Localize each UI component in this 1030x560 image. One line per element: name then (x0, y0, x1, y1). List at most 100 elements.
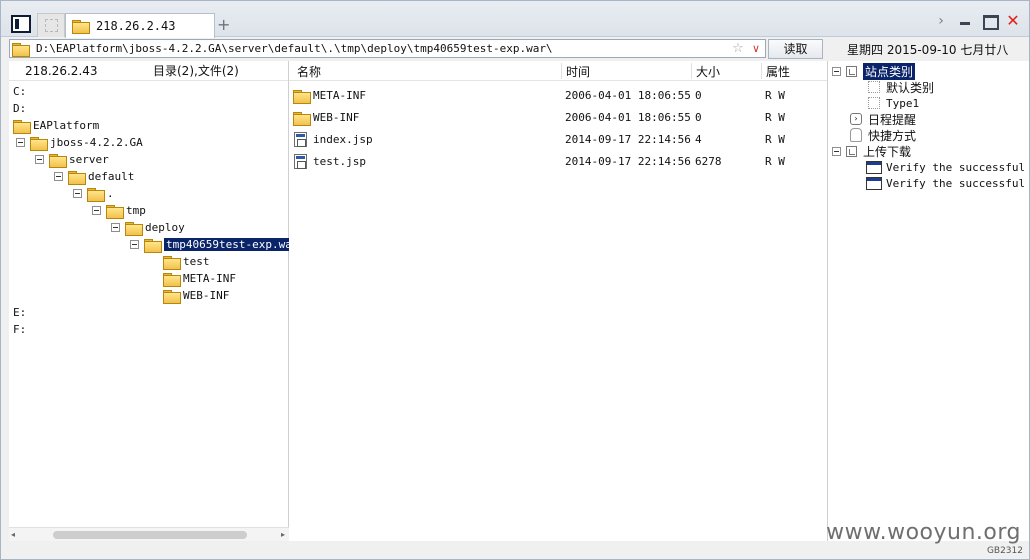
file-row[interactable]: WEB-INF 2006-04-01 18:06:55 0 R W (289, 107, 827, 129)
file-name: WEB-INF (313, 111, 360, 124)
site-category-node[interactable]: 站点类别 (832, 62, 916, 80)
category-item-icon (868, 81, 880, 93)
file-attr: R W (765, 89, 785, 102)
file-time: 2006-04-01 18:06:55 (565, 89, 691, 102)
close-icon[interactable]: ✕ (1005, 13, 1021, 29)
date-display: 星期四 2015-09-10 七月廿八 (847, 43, 1009, 57)
type1-node[interactable]: Type1 (868, 95, 919, 111)
sidebar-toggle-icon[interactable] (11, 15, 31, 33)
file-attr: R W (765, 111, 785, 124)
encoding-label: GB2312 (986, 546, 1023, 556)
folder-icon (72, 20, 90, 34)
folder-icon (87, 187, 105, 202)
scroll-right-icon[interactable]: ▸ (281, 530, 285, 539)
column-size[interactable]: 大小 (691, 63, 720, 79)
tree-node-test[interactable]: test (163, 253, 210, 270)
folder-open-icon (144, 238, 162, 253)
drive-e[interactable]: E: (13, 304, 26, 321)
file-name: META-INF (313, 89, 366, 102)
category-item-icon (868, 97, 880, 109)
folder-icon (12, 42, 30, 57)
scroll-thumb[interactable] (53, 531, 247, 539)
file-attr: R W (765, 133, 785, 146)
transfer-item[interactable]: Verify the successful u (866, 175, 1030, 191)
tree-node-dot[interactable]: . (73, 185, 114, 202)
collapse-icon[interactable] (73, 189, 82, 198)
folder-icon (13, 119, 31, 134)
collapse-icon[interactable] (832, 66, 841, 76)
file-time: 2014-09-17 22:14:56 (565, 133, 691, 146)
file-name: index.jsp (313, 133, 373, 146)
directory-tree-pane: 218.26.2.43 目录(2),文件(2) C: D: EAPlatform… (9, 61, 301, 541)
horizontal-scrollbar[interactable]: ◂ ▸ (9, 527, 289, 541)
tab-bar: 218.26.2.43 + › ✕ (1, 1, 1029, 38)
address-bar[interactable]: D:\EAPlatform\jboss-4.2.2.GA\server\defa… (9, 39, 766, 58)
collapse-icon[interactable] (16, 138, 25, 147)
column-time[interactable]: 时间 (561, 63, 590, 79)
window-controls: › ✕ (933, 13, 1021, 30)
collapse-icon[interactable] (92, 206, 101, 215)
folder-icon (30, 136, 48, 151)
tree-node-jboss[interactable]: jboss-4.2.2.GA (16, 134, 143, 151)
column-name[interactable]: 名称 (293, 63, 321, 79)
new-tab-button[interactable]: + (217, 15, 230, 34)
folder-icon (293, 90, 311, 104)
folder-icon (163, 289, 181, 304)
tree-node-deploy[interactable]: deploy (111, 219, 185, 236)
collapse-icon[interactable] (35, 155, 44, 164)
tree-node-server[interactable]: server (35, 151, 109, 168)
chevron-down-icon[interactable]: ∨ (747, 42, 765, 55)
site-manager-pane: 站点类别 默认类别 Type1 › 日程提醒 快捷方式 上传下载 Verify … (827, 61, 1030, 541)
collapse-icon[interactable] (130, 240, 139, 249)
hand-icon (850, 128, 862, 142)
shortcuts-node[interactable]: 快捷方式 (850, 127, 916, 143)
file-name: test.jsp (313, 155, 366, 168)
collapse-icon[interactable] (54, 172, 63, 181)
nav-forward-icon[interactable]: › (933, 13, 949, 29)
address-path[interactable]: D:\EAPlatform\jboss-4.2.2.GA\server\defa… (36, 42, 729, 55)
file-row[interactable]: test.jsp 2014-09-17 22:14:56 6278 R W (289, 151, 827, 173)
collapse-icon[interactable] (832, 146, 841, 156)
dir-file-count: 目录(2),文件(2) (153, 64, 239, 78)
file-size: 4 (695, 133, 702, 146)
category-icon (846, 65, 857, 77)
collapse-icon[interactable] (111, 223, 120, 232)
folder-icon (163, 255, 181, 270)
tree-node-web-inf[interactable]: WEB-INF (163, 287, 229, 304)
tree-node-meta-inf[interactable]: META-INF (163, 270, 236, 287)
drive-f[interactable]: F: (13, 321, 26, 338)
tree-node-tmp[interactable]: tmp (92, 202, 146, 219)
schedule-node[interactable]: › 日程提醒 (850, 111, 916, 127)
folder-icon (293, 112, 311, 126)
file-row[interactable]: META-INF 2006-04-01 18:06:55 0 R W (289, 85, 827, 107)
drive-d[interactable]: D: (13, 100, 26, 117)
maximize-icon[interactable] (981, 13, 997, 29)
file-size: 0 (695, 89, 702, 102)
window-icon (866, 176, 882, 190)
bookmark-star-icon[interactable]: ☆ (729, 41, 747, 56)
tab-blank[interactable] (37, 13, 65, 37)
tree-node-war-selected[interactable]: tmp40659test-exp.war (130, 236, 301, 253)
scroll-left-icon[interactable]: ◂ (11, 530, 15, 539)
jsp-file-icon (294, 154, 307, 169)
read-button[interactable]: 读取 (768, 39, 823, 59)
jsp-file-icon (294, 132, 307, 147)
tab-active-label: 218.26.2.43 (96, 19, 176, 33)
file-row[interactable]: index.jsp 2014-09-17 22:14:56 4 R W (289, 129, 827, 151)
transfer-item[interactable]: Verify the successful u (866, 159, 1030, 175)
column-attr[interactable]: 属性 (761, 63, 790, 79)
category-icon (846, 145, 857, 157)
file-size: 6278 (695, 155, 722, 168)
tab-active[interactable]: 218.26.2.43 (65, 13, 215, 38)
minimize-icon[interactable] (957, 13, 973, 29)
file-time: 2006-04-01 18:06:55 (565, 111, 691, 124)
tree-node-default[interactable]: default (54, 168, 134, 185)
drive-c[interactable]: C: (13, 83, 26, 100)
upload-download-node[interactable]: 上传下载 (832, 143, 911, 159)
tree-header: 218.26.2.43 目录(2),文件(2) (9, 61, 288, 81)
file-list-header: 名称 时间 大小 属性 (289, 61, 827, 81)
default-category-node[interactable]: 默认类别 (868, 79, 934, 95)
tree-node-eaplatform[interactable]: EAPlatform (13, 117, 99, 134)
file-attr: R W (765, 155, 785, 168)
watermark: www.wooyun.org (826, 520, 1021, 545)
